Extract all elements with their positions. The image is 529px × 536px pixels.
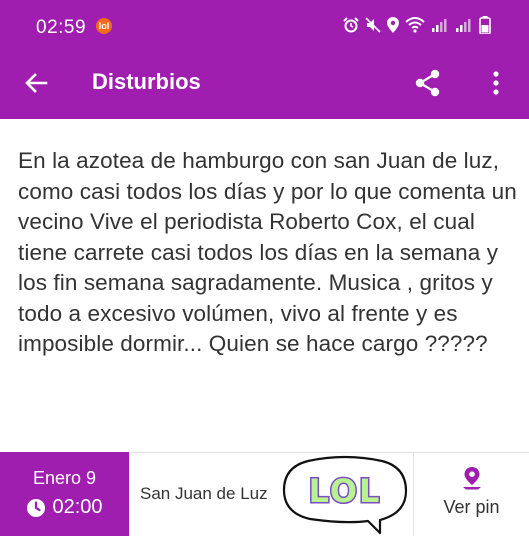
wifi-icon — [405, 17, 425, 33]
report-footer: Enero 9 02:00 San Juan de Luz Ver pin — [0, 452, 529, 536]
report-hour: 02:00 — [52, 496, 103, 518]
page-title: Disturbios — [92, 69, 201, 94]
lol-sticker: LOL — [282, 455, 408, 535]
notification-badge-icon: lol — [96, 18, 112, 34]
share-icon[interactable] — [413, 66, 443, 100]
sticker-text: LOL — [309, 472, 382, 510]
view-pin-button[interactable]: Ver pin — [414, 452, 529, 536]
system-icons — [343, 14, 491, 36]
toolbar: Disturbios — [0, 52, 529, 119]
map-pin-icon — [463, 467, 481, 490]
mute-icon — [365, 17, 381, 33]
battery-icon — [479, 16, 491, 34]
report-description: En la azotea de hamburgo con san Juan de… — [18, 148, 517, 356]
clock-icon — [27, 498, 46, 517]
more-options-icon[interactable] — [484, 66, 508, 100]
signal-2-icon — [456, 19, 471, 32]
date-time-box: Enero 9 02:00 — [0, 452, 129, 536]
back-arrow-icon[interactable] — [20, 66, 54, 100]
view-pin-label: Ver pin — [443, 497, 500, 517]
status-bar: 02:59 lol — [0, 0, 529, 52]
report-hour-row: 02:00 — [0, 496, 129, 519]
location-icon — [387, 17, 399, 33]
signal-icon — [432, 19, 447, 32]
report-date: Enero 9 — [32, 468, 97, 488]
report-location: San Juan de Luz — [140, 484, 268, 503]
alarm-icon — [343, 17, 359, 33]
app-bar: 02:59 lol Disturbios — [0, 0, 529, 119]
status-time: 02:59 — [36, 17, 87, 38]
